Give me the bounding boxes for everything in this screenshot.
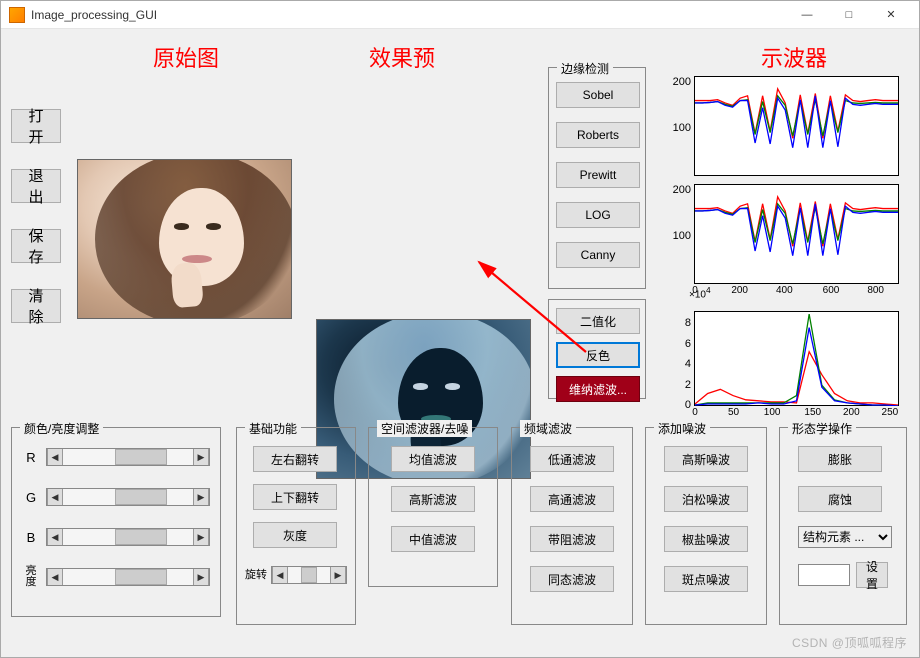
rotate-slider[interactable]: ◀▶ bbox=[271, 566, 347, 584]
basic-title: 基础功能 bbox=[245, 420, 301, 437]
highpass-button[interactable]: 高通滤波 bbox=[530, 486, 614, 512]
brightness-slider[interactable]: ◀▶ bbox=[46, 568, 210, 586]
color-adjust-title: 颜色/亮度调整 bbox=[20, 420, 103, 437]
waveform-plot-1: 200100 bbox=[694, 76, 899, 176]
roberts-button[interactable]: Roberts bbox=[556, 122, 640, 148]
bandstop-button[interactable]: 带阻滤波 bbox=[530, 526, 614, 552]
color-adjust-panel: 颜色/亮度调整 R◀▶ G◀▶ B◀▶ 亮度◀▶ bbox=[11, 427, 221, 617]
histogram-plot: 02468 050100150200250 bbox=[694, 311, 899, 406]
basic-panel: 基础功能 左右翻转 上下翻转 灰度 旋转 ◀▶ bbox=[236, 427, 356, 625]
app-icon bbox=[9, 7, 25, 23]
g-slider[interactable]: ◀▶ bbox=[46, 488, 210, 506]
header-preview: 效果预 bbox=[369, 41, 435, 73]
r-slider[interactable]: ◀▶ bbox=[46, 448, 210, 466]
header-scope: 示波器 bbox=[761, 41, 827, 73]
fliph-button[interactable]: 左右翻转 bbox=[253, 446, 337, 472]
spatial-title: 空间滤波器/去噪 bbox=[377, 420, 472, 437]
gaussfilter-button[interactable]: 高斯滤波 bbox=[391, 486, 475, 512]
original-image bbox=[77, 159, 292, 319]
clear-button[interactable]: 清除 bbox=[11, 289, 61, 323]
meanfilter-button[interactable]: 均值滤波 bbox=[391, 446, 475, 472]
save-button[interactable]: 保存 bbox=[11, 229, 61, 263]
struct-select[interactable]: 结构元素 ... bbox=[798, 526, 892, 548]
titlebar: Image_processing_GUI — □ ✕ bbox=[1, 1, 919, 29]
freq-panel: 频域滤波 低通滤波 高通滤波 带阻滤波 同态滤波 bbox=[511, 427, 633, 625]
minimize-button[interactable]: — bbox=[787, 4, 827, 26]
noise-title: 添加噪波 bbox=[654, 420, 710, 437]
sobel-button[interactable]: Sobel bbox=[556, 82, 640, 108]
morph-panel: 形态学操作 膨胀 腐蚀 结构元素 ... 设置 bbox=[779, 427, 907, 625]
set-button[interactable]: 设置 bbox=[856, 562, 888, 588]
prewitt-button[interactable]: Prewitt bbox=[556, 162, 640, 188]
gray-button[interactable]: 灰度 bbox=[253, 522, 337, 548]
watermark: CSDN @顶呱呱程序 bbox=[792, 634, 907, 651]
rotate-label: 旋转 bbox=[245, 570, 267, 581]
log-button[interactable]: LOG bbox=[556, 202, 640, 228]
window-title: Image_processing_GUI bbox=[31, 8, 781, 22]
erode-button[interactable]: 腐蚀 bbox=[798, 486, 882, 512]
invert-button[interactable]: 反色 bbox=[556, 342, 640, 368]
close-button[interactable]: ✕ bbox=[871, 4, 911, 26]
g-label: G bbox=[22, 490, 40, 505]
flipv-button[interactable]: 上下翻转 bbox=[253, 484, 337, 510]
b-slider[interactable]: ◀▶ bbox=[46, 528, 210, 546]
gaussnoise-button[interactable]: 高斯噪波 bbox=[664, 446, 748, 472]
maximize-button[interactable]: □ bbox=[829, 4, 869, 26]
edge-detect-title: 边缘检测 bbox=[557, 60, 613, 77]
r-label: R bbox=[22, 450, 40, 465]
medianfilter-button[interactable]: 中值滤波 bbox=[391, 526, 475, 552]
noise-panel: 添加噪波 高斯噪波 泊松噪波 椒盐噪波 斑点噪波 bbox=[645, 427, 767, 625]
content-area: 原始图 效果预 示波器 打开 退出 保存 清除 边缘检测 Sobel Rober… bbox=[1, 29, 919, 657]
brightness-label: 亮度 bbox=[22, 566, 40, 588]
exit-button[interactable]: 退出 bbox=[11, 169, 61, 203]
filter-panel: 二值化 反色 维纳滤波... bbox=[548, 299, 646, 399]
saltpepper-button[interactable]: 椒盐噪波 bbox=[664, 526, 748, 552]
spatial-panel: 空间滤波器/去噪 均值滤波 高斯滤波 中值滤波 bbox=[368, 427, 498, 587]
dilate-button[interactable]: 膨胀 bbox=[798, 446, 882, 472]
b-label: B bbox=[22, 530, 40, 545]
edge-detect-panel: 边缘检测 Sobel Roberts Prewitt LOG Canny bbox=[548, 67, 646, 289]
waveform-plot-2: 200100 ×104 0200400600800 bbox=[694, 184, 899, 284]
struct-value-input[interactable] bbox=[798, 564, 850, 586]
speckle-button[interactable]: 斑点噪波 bbox=[664, 566, 748, 592]
open-button[interactable]: 打开 bbox=[11, 109, 61, 143]
header-original: 原始图 bbox=[153, 41, 219, 73]
morph-title: 形态学操作 bbox=[788, 420, 856, 437]
poisson-button[interactable]: 泊松噪波 bbox=[664, 486, 748, 512]
lowpass-button[interactable]: 低通滤波 bbox=[530, 446, 614, 472]
wiener-button[interactable]: 维纳滤波... bbox=[556, 376, 640, 402]
binarize-button[interactable]: 二值化 bbox=[556, 308, 640, 334]
canny-button[interactable]: Canny bbox=[556, 242, 640, 268]
homo-button[interactable]: 同态滤波 bbox=[530, 566, 614, 592]
freq-title: 频域滤波 bbox=[520, 420, 576, 437]
